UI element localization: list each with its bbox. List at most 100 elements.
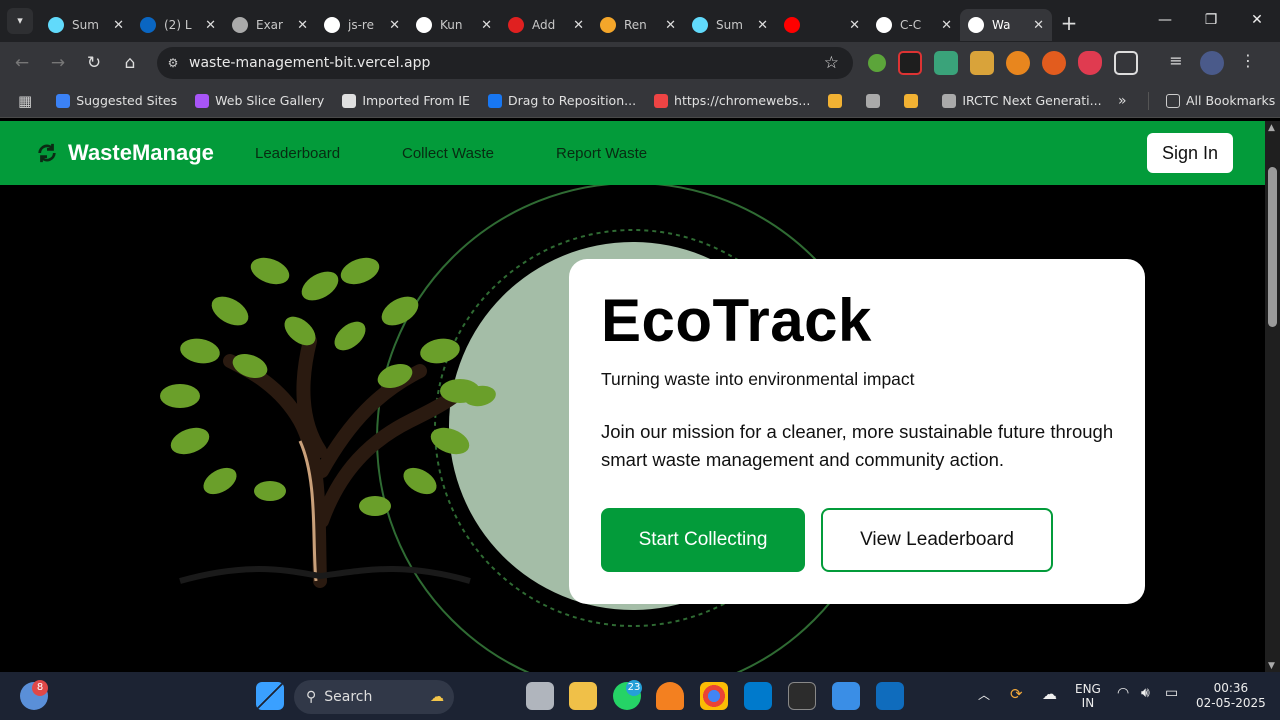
- reading-list-icon[interactable]: ≡: [1164, 51, 1188, 75]
- terminal-icon[interactable]: [788, 682, 816, 710]
- bookmark-item[interactable]: Imported From IE: [342, 93, 470, 108]
- address-bar[interactable]: ⚙ waste-management-bit.vercel.app ☆: [157, 47, 853, 79]
- avatar[interactable]: [1200, 51, 1224, 75]
- home-button[interactable]: ⌂: [112, 45, 148, 81]
- tab-title: Exar: [256, 18, 283, 32]
- task-view-icon[interactable]: [526, 682, 554, 710]
- window-controls: — ❐ ✕: [1142, 0, 1280, 40]
- browser-tab[interactable]: Exar ✕: [224, 9, 316, 41]
- new-tab-button[interactable]: +: [1052, 11, 1086, 35]
- kebab-menu-icon[interactable]: ⋮: [1236, 51, 1260, 75]
- chevron-down-icon: ▾: [7, 8, 33, 34]
- more-bookmarks-icon[interactable]: »: [1118, 93, 1127, 109]
- nav-collect-waste[interactable]: Collect Waste: [402, 145, 494, 162]
- minimize-button[interactable]: —: [1142, 0, 1188, 40]
- shield-icon[interactable]: [1078, 51, 1102, 75]
- close-window-button[interactable]: ✕: [1234, 0, 1280, 40]
- browser-tab[interactable]: js-re ✕: [316, 9, 408, 41]
- clock[interactable]: 00:36 02-05-2025: [1196, 681, 1266, 711]
- extension-icon[interactable]: [898, 51, 922, 75]
- url-text[interactable]: waste-management-bit.vercel.app: [189, 55, 430, 71]
- forward-button[interactable]: →: [40, 45, 76, 81]
- scroll-down-icon[interactable]: ▼: [1268, 661, 1275, 671]
- chrome-icon[interactable]: [700, 682, 728, 710]
- back-button[interactable]: ←: [4, 45, 40, 81]
- extension-icon[interactable]: [1006, 51, 1030, 75]
- browser-tab[interactable]: Sum ✕: [40, 9, 132, 41]
- scroll-up-icon[interactable]: ▲: [1268, 123, 1275, 133]
- search-highlight-icon: ☁: [430, 689, 444, 705]
- language-indicator[interactable]: ENG IN: [1075, 682, 1101, 710]
- bookmark-item[interactable]: https://chromewebs...: [654, 93, 810, 108]
- windows-start-icon[interactable]: [256, 682, 284, 710]
- puzzle-icon[interactable]: [1114, 51, 1138, 75]
- restore-button[interactable]: ❐: [1188, 0, 1234, 40]
- bookmark-item[interactable]: Suggested Sites: [56, 93, 177, 108]
- apps-grid-icon[interactable]: ▦: [18, 92, 32, 110]
- clock-date: 02-05-2025: [1196, 696, 1266, 710]
- vscode-icon[interactable]: [744, 682, 772, 710]
- site-info-icon[interactable]: ⚙: [157, 56, 189, 70]
- photos-icon[interactable]: [832, 682, 860, 710]
- all-bookmarks-folder[interactable]: All Bookmarks: [1166, 93, 1275, 108]
- scrollbar-thumb[interactable]: [1268, 167, 1277, 327]
- linkedin-icon: [140, 17, 156, 33]
- close-tab-icon[interactable]: ✕: [205, 18, 216, 33]
- wifi-icon[interactable]: ◠: [1117, 685, 1129, 701]
- bookmark-item[interactable]: [866, 93, 886, 108]
- page-scrollbar[interactable]: ▲ ▼: [1265, 121, 1280, 673]
- browser-tab[interactable]: C-C ✕: [868, 9, 960, 41]
- extension-icon[interactable]: [868, 54, 886, 72]
- view-leaderboard-button[interactable]: View Leaderboard: [821, 508, 1053, 572]
- file-explorer-icon[interactable]: [569, 682, 597, 710]
- close-tab-icon[interactable]: ✕: [113, 18, 124, 33]
- reload-button[interactable]: ↻: [76, 45, 112, 81]
- close-tab-icon[interactable]: ✕: [1033, 18, 1044, 33]
- browser-tab[interactable]: Kun ✕: [408, 9, 500, 41]
- battery-icon[interactable]: ▭: [1165, 685, 1178, 701]
- bookmark-item[interactable]: Web Slice Gallery: [195, 93, 324, 108]
- volume-icon[interactable]: 🔊︎: [1141, 685, 1150, 701]
- clock-time: 00:36: [1213, 681, 1249, 695]
- close-tab-icon[interactable]: ✕: [297, 18, 308, 33]
- nav-report-waste[interactable]: Report Waste: [556, 145, 647, 162]
- browser-tab[interactable]: (2) L ✕: [132, 9, 224, 41]
- browser-tab[interactable]: Add ✕: [500, 9, 592, 41]
- bookmark-favicon-icon: [866, 93, 881, 108]
- browser-tab[interactable]: Wa ✕: [960, 9, 1052, 41]
- bookmark-item[interactable]: [904, 93, 924, 108]
- close-tab-icon[interactable]: ✕: [389, 18, 400, 33]
- close-tab-icon[interactable]: ✕: [665, 18, 676, 33]
- browser-tab[interactable]: Ren ✕: [592, 9, 684, 41]
- sync-icon[interactable]: ⟳: [1010, 685, 1023, 703]
- extension-icon[interactable]: [970, 51, 994, 75]
- bookmark-item[interactable]: Drag to Reposition...: [487, 93, 636, 108]
- bookmark-item[interactable]: [828, 93, 848, 108]
- tab-title: Sum: [716, 18, 743, 32]
- close-tab-icon[interactable]: ✕: [941, 18, 952, 33]
- sign-in-button[interactable]: Sign In: [1147, 133, 1233, 173]
- close-tab-icon[interactable]: ✕: [573, 18, 584, 33]
- taskbar-search[interactable]: ⚲ Search ☁: [294, 680, 454, 714]
- close-tab-icon[interactable]: ✕: [849, 18, 860, 33]
- brand[interactable]: WasteManage: [36, 140, 214, 166]
- extension-icon[interactable]: [1042, 51, 1066, 75]
- search-label: Search: [324, 689, 373, 705]
- extension-icon[interactable]: [934, 51, 958, 75]
- chevron-up-icon[interactable]: ︿: [978, 686, 990, 703]
- close-tab-icon[interactable]: ✕: [757, 18, 768, 33]
- nav-leaderboard[interactable]: Leaderboard: [255, 145, 340, 162]
- cloudflare-icon[interactable]: [656, 682, 684, 710]
- bookmark-item[interactable]: IRCTC Next Generati...: [942, 93, 1102, 108]
- outlook-icon[interactable]: [876, 682, 904, 710]
- browser-tab[interactable]: Sum ✕: [684, 9, 776, 41]
- onedrive-icon[interactable]: ☁: [1042, 685, 1057, 703]
- hero-title: EcoTrack: [601, 287, 872, 354]
- browser-tab[interactable]: ✕: [776, 9, 868, 41]
- bookmark-label: https://chromewebs...: [674, 93, 811, 108]
- tab-search-button[interactable]: ▾: [0, 0, 40, 42]
- tab-strip: Sum ✕ (2) L ✕ Exar ✕ js-re ✕ Kun ✕ Add ✕ Ren ✕ Sum ✕ ✕ C-…: [40, 1, 1052, 41]
- start-collecting-button[interactable]: Start Collecting: [601, 508, 805, 572]
- bookmark-star-icon[interactable]: ☆: [824, 53, 839, 73]
- close-tab-icon[interactable]: ✕: [481, 18, 492, 33]
